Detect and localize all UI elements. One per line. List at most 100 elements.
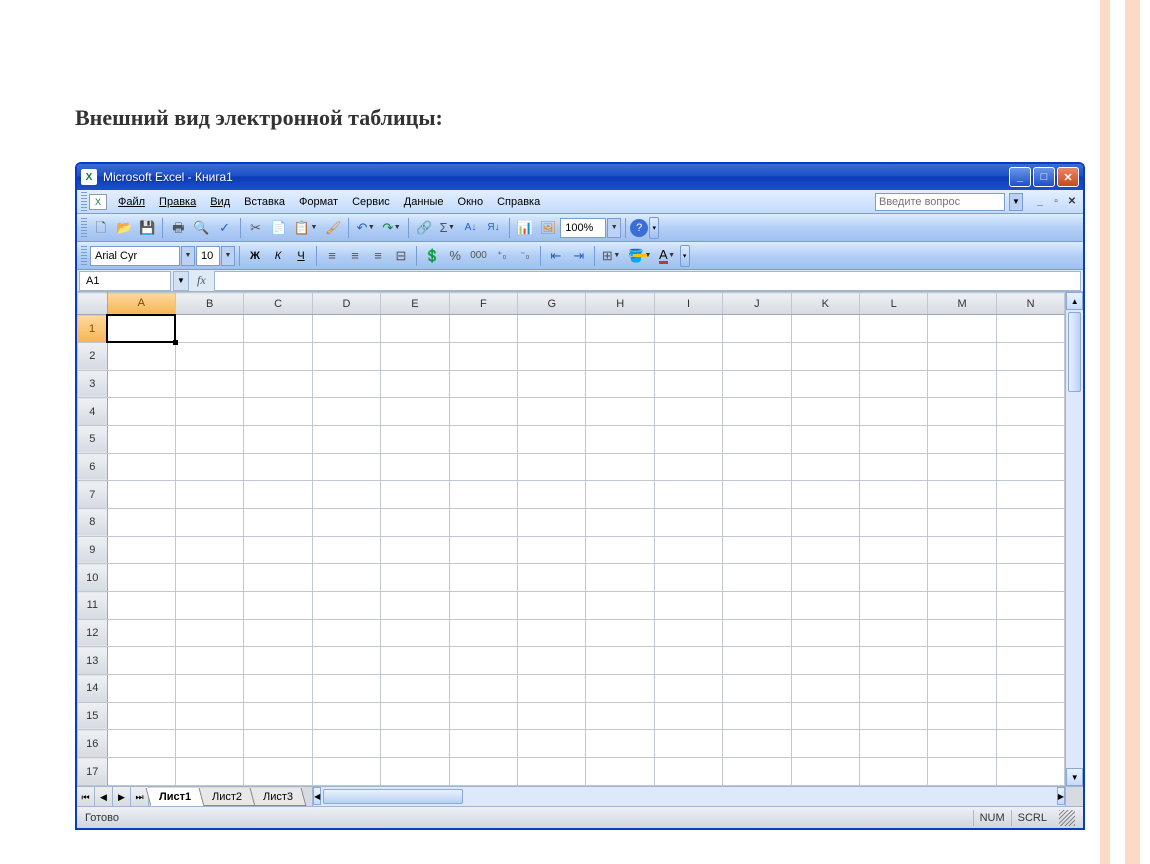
cell-L14[interactable] [859,675,927,703]
cell-F15[interactable] [449,702,517,730]
chart-wizard-button[interactable]: 📊 [514,217,536,239]
column-header-I[interactable]: I [654,293,722,315]
cell-H11[interactable] [586,592,654,620]
cell-H16[interactable] [586,730,654,758]
format-painter-button[interactable]: 🖌 [322,217,345,239]
cell-E3[interactable] [381,370,449,398]
sheet-tab-Лист1[interactable]: Лист1 [146,788,205,806]
cell-L10[interactable] [859,564,927,592]
cell-H13[interactable] [586,647,654,675]
menu-help[interactable]: Справка [490,193,547,211]
cell-J15[interactable] [723,702,791,730]
cell-H15[interactable] [586,702,654,730]
cell-M4[interactable] [928,398,996,426]
cell-N7[interactable] [996,481,1065,509]
percent-button[interactable]: % [444,245,466,267]
cell-B8[interactable] [175,508,243,536]
tab-nav-first[interactable]: ⏮ [77,787,95,807]
resize-grip[interactable] [1059,810,1075,826]
cell-C12[interactable] [244,619,312,647]
scroll-left-button[interactable]: ◀ [313,787,321,805]
cell-A4[interactable] [107,398,175,426]
cell-I8[interactable] [654,508,722,536]
cell-E12[interactable] [381,619,449,647]
italic-button[interactable]: К [267,245,289,267]
cell-M8[interactable] [928,508,996,536]
column-header-G[interactable]: G [518,293,586,315]
cell-K7[interactable] [791,481,859,509]
undo-button[interactable]: ↶▼ [353,217,378,239]
row-header-8[interactable]: 8 [78,508,108,536]
cell-J13[interactable] [723,647,791,675]
cell-M10[interactable] [928,564,996,592]
cell-K9[interactable] [791,536,859,564]
row-header-12[interactable]: 12 [78,619,108,647]
row-header-10[interactable]: 10 [78,564,108,592]
redo-dropdown-icon[interactable]: ▼ [393,224,401,231]
cell-B5[interactable] [175,425,243,453]
hscroll-track[interactable] [321,787,1057,806]
toolbar-options-button[interactable]: ▾ [649,217,659,239]
align-left-button[interactable]: ≡ [321,245,343,267]
workbook-icon[interactable]: X [89,194,107,210]
scroll-down-button[interactable]: ▼ [1066,768,1083,786]
vscroll-thumb[interactable] [1068,312,1081,392]
cell-E11[interactable] [381,592,449,620]
row-header-3[interactable]: 3 [78,370,108,398]
cell-E7[interactable] [381,481,449,509]
row-header-13[interactable]: 13 [78,647,108,675]
cell-G15[interactable] [518,702,586,730]
cell-C16[interactable] [244,730,312,758]
cell-H6[interactable] [586,453,654,481]
cell-G10[interactable] [518,564,586,592]
cell-C17[interactable] [244,758,312,786]
cell-K12[interactable] [791,619,859,647]
cell-G7[interactable] [518,481,586,509]
cell-A9[interactable] [107,536,175,564]
cell-K5[interactable] [791,425,859,453]
ask-question-dropdown[interactable]: ▼ [1009,193,1023,211]
hyperlink-button[interactable]: 🔗 [413,217,435,239]
cell-E13[interactable] [381,647,449,675]
cell-M15[interactable] [928,702,996,730]
cell-F9[interactable] [449,536,517,564]
cell-J3[interactable] [723,370,791,398]
maximize-button[interactable]: □ [1033,167,1055,187]
toolbar-grip[interactable] [81,246,87,266]
cell-H7[interactable] [586,481,654,509]
cell-N4[interactable] [996,398,1065,426]
new-button[interactable]: 🗋 [90,217,112,239]
cell-E5[interactable] [381,425,449,453]
borders-button[interactable]: ⊞▼ [599,245,624,267]
cell-E16[interactable] [381,730,449,758]
cell-G3[interactable] [518,370,586,398]
cell-C1[interactable] [244,315,312,343]
cell-N6[interactable] [996,453,1065,481]
cell-N2[interactable] [996,342,1065,370]
row-header-6[interactable]: 6 [78,453,108,481]
cell-B11[interactable] [175,592,243,620]
cell-J2[interactable] [723,342,791,370]
cell-D2[interactable] [312,342,380,370]
cell-F12[interactable] [449,619,517,647]
cell-J16[interactable] [723,730,791,758]
cell-I5[interactable] [654,425,722,453]
sort-desc-button[interactable]: Я↓ [483,217,505,239]
ask-question-input[interactable] [875,193,1005,211]
cell-L17[interactable] [859,758,927,786]
cell-N11[interactable] [996,592,1065,620]
cell-D11[interactable] [312,592,380,620]
vscroll-track[interactable] [1066,310,1083,768]
cell-B14[interactable] [175,675,243,703]
tab-nav-prev[interactable]: ◀ [95,787,113,807]
merge-center-button[interactable]: ⊟ [390,245,412,267]
cell-C14[interactable] [244,675,312,703]
cell-N10[interactable] [996,564,1065,592]
cell-D14[interactable] [312,675,380,703]
align-right-button[interactable]: ≡ [367,245,389,267]
hscroll-thumb[interactable] [323,789,463,804]
cell-C15[interactable] [244,702,312,730]
insert-function-button[interactable]: fx [189,273,214,288]
cell-J8[interactable] [723,508,791,536]
cell-H12[interactable] [586,619,654,647]
